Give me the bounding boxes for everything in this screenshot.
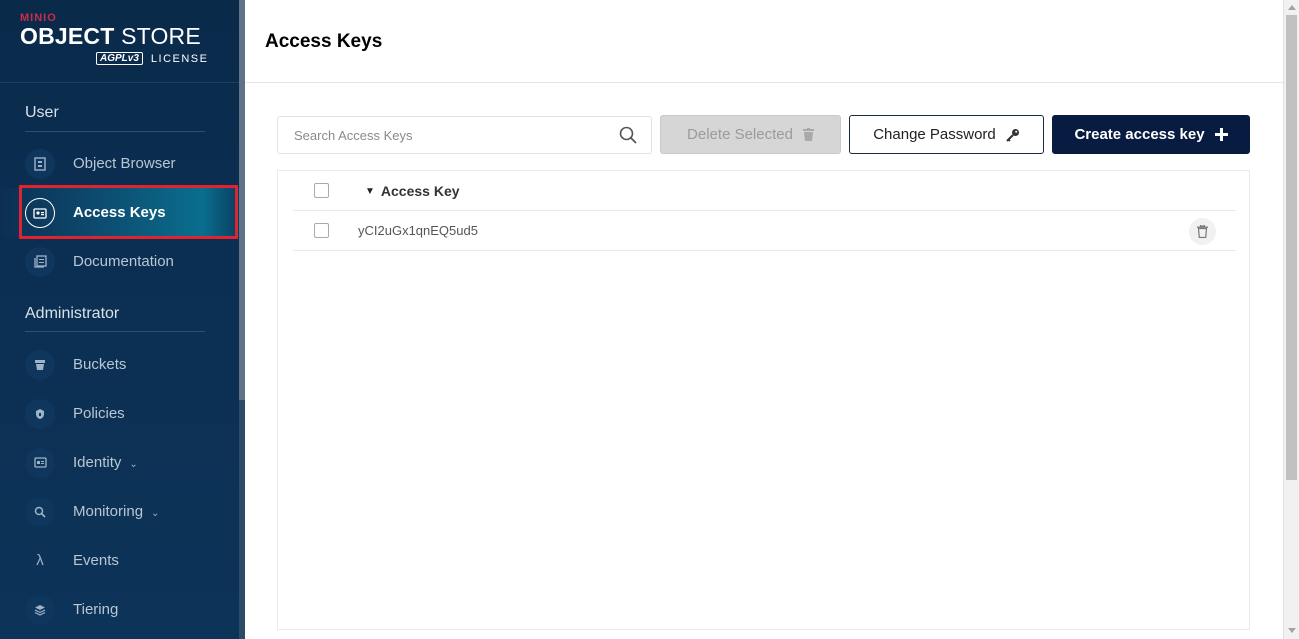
sidebar-item-access-keys[interactable]: Access Keys: [0, 188, 239, 237]
section-divider: [25, 131, 205, 132]
sidebar-item-monitoring[interactable]: Monitoring ⌄: [0, 487, 239, 536]
access-keys-table: ▼ Access Key yCI2uGx1qnEQ5ud5: [277, 170, 1250, 630]
create-access-key-button[interactable]: Create access key: [1052, 115, 1250, 154]
delete-row-button[interactable]: [1189, 218, 1216, 245]
tiering-icon: [25, 594, 55, 625]
search-box[interactable]: [277, 116, 652, 154]
row-checkbox[interactable]: [314, 223, 329, 238]
key-icon: [1006, 128, 1019, 142]
sidebar-item-label: Access Keys: [73, 204, 166, 221]
search-input[interactable]: [294, 127, 614, 143]
section-title-administrator: Administrator: [25, 305, 120, 322]
minio-logo[interactable]: MINIO OBJECT STORE AGPLv3 LICENSE: [20, 12, 220, 72]
sidebar-item-label: Events: [73, 552, 119, 569]
table-row[interactable]: yCI2uGx1qnEQ5ud5: [293, 211, 1236, 251]
scroll-up-arrow[interactable]: [1288, 5, 1296, 10]
section-divider: [25, 331, 205, 332]
access-key-value: yCI2uGx1qnEQ5ud5: [358, 223, 478, 238]
create-access-key-label: Create access key: [1074, 126, 1205, 143]
page-title: Access Keys: [265, 31, 383, 52]
policies-icon: [25, 398, 55, 429]
chevron-down-icon: ⌄: [151, 508, 160, 519]
page-scrollbar[interactable]: [1283, 0, 1299, 639]
access-keys-icon: [25, 197, 55, 228]
section-title-user: User: [25, 104, 59, 121]
select-all-checkbox[interactable]: [314, 183, 329, 198]
agpl-badge: AGPLv3: [96, 52, 143, 65]
sidebar-item-policies[interactable]: Policies: [0, 389, 239, 438]
license-text: LICENSE: [150, 52, 209, 65]
sidebar-item-tiering[interactable]: Tiering: [0, 585, 239, 634]
scroll-down-arrow[interactable]: [1288, 628, 1296, 633]
monitoring-icon: [25, 496, 55, 527]
sidebar-item-label: Monitoring ⌄: [73, 503, 160, 520]
sort-desc-icon: ▼: [365, 185, 375, 197]
buckets-icon: [25, 349, 55, 380]
sidebar-item-identity[interactable]: Identity ⌄: [0, 438, 239, 487]
page-header: Access Keys: [245, 0, 1283, 83]
plus-icon: [1214, 128, 1228, 141]
sidebar-item-buckets[interactable]: Buckets: [0, 340, 239, 389]
page-scrollbar-thumb[interactable]: [1286, 15, 1297, 480]
delete-selected-button[interactable]: Delete Selected: [660, 115, 841, 154]
search-icon[interactable]: [619, 126, 637, 144]
trash-icon: [1197, 225, 1208, 238]
delete-selected-label: Delete Selected: [687, 126, 793, 143]
logo-divider: [0, 82, 239, 83]
sidebar-item-label: Object Browser: [73, 155, 176, 172]
chevron-down-icon: ⌄: [129, 459, 138, 470]
change-password-button[interactable]: Change Password: [849, 115, 1044, 154]
object-browser-icon: [25, 148, 55, 179]
logo-brand-main: OBJECT STORE: [20, 23, 201, 49]
sidebar-item-label: Identity ⌄: [73, 454, 138, 471]
sidebar-item-label: Buckets: [73, 356, 127, 373]
main-content: Access Keys Delete Selected Change Passw…: [245, 0, 1283, 639]
sidebar-item-documentation[interactable]: Documentation: [0, 237, 239, 286]
logo-license: AGPLv3 LICENSE: [96, 52, 208, 65]
lambda-icon: λ: [36, 552, 44, 569]
sidebar-item-label: Documentation: [73, 253, 174, 270]
table-header-row: ▼ Access Key: [293, 171, 1236, 211]
sidebar-item-events[interactable]: λ Events: [0, 536, 239, 585]
change-password-label: Change Password: [873, 126, 996, 143]
column-header-access-key[interactable]: ▼ Access Key: [365, 183, 460, 199]
documentation-icon: [25, 246, 55, 277]
trash-icon: [802, 128, 814, 141]
sidebar-item-object-browser[interactable]: Object Browser: [0, 139, 239, 188]
sidebar-item-label: Tiering: [73, 601, 119, 618]
identity-icon: [25, 447, 55, 478]
sidebar-item-label: Policies: [73, 405, 125, 422]
sidebar: MINIO OBJECT STORE AGPLv3 LICENSE User O…: [0, 0, 245, 639]
